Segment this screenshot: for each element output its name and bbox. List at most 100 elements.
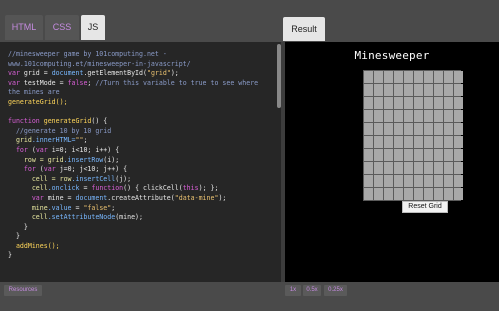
grid-cell[interactable] [454, 175, 463, 187]
tab-css[interactable]: CSS [45, 15, 79, 40]
grid-cell[interactable] [434, 149, 443, 161]
grid-cell[interactable] [424, 123, 433, 135]
grid-cell[interactable] [404, 123, 413, 135]
grid-cell[interactable] [374, 149, 383, 161]
grid-cell[interactable] [364, 97, 373, 109]
grid-cell[interactable] [444, 162, 453, 174]
code-editor[interactable]: //minesweeper game by 101computing.net -… [0, 42, 281, 282]
grid-cell[interactable] [414, 110, 423, 122]
grid-cell[interactable] [364, 149, 373, 161]
grid-cell[interactable] [404, 162, 413, 174]
grid-cell[interactable] [374, 110, 383, 122]
grid-cell[interactable] [394, 110, 403, 122]
grid-cell[interactable] [444, 188, 453, 200]
grid-cell[interactable] [404, 136, 413, 148]
grid-cell[interactable] [424, 149, 433, 161]
grid-cell[interactable] [364, 175, 373, 187]
grid-cell[interactable] [394, 71, 403, 83]
grid-cell[interactable] [374, 84, 383, 96]
grid-cell[interactable] [454, 84, 463, 96]
grid-cell[interactable] [394, 123, 403, 135]
grid-cell[interactable] [454, 71, 463, 83]
grid-cell[interactable] [384, 110, 393, 122]
grid-cell[interactable] [414, 71, 423, 83]
grid-cell[interactable] [404, 71, 413, 83]
grid-cell[interactable] [384, 175, 393, 187]
zoom-quarter-button[interactable]: 0.25x [324, 285, 347, 296]
grid-cell[interactable] [404, 188, 413, 200]
grid-cell[interactable] [384, 97, 393, 109]
grid-cell[interactable] [454, 162, 463, 174]
zoom-1x-button[interactable]: 1x [285, 285, 301, 296]
grid-cell[interactable] [414, 188, 423, 200]
grid-cell[interactable] [374, 162, 383, 174]
grid-cell[interactable] [434, 162, 443, 174]
grid-cell[interactable] [384, 84, 393, 96]
tab-html[interactable]: HTML [5, 15, 43, 40]
grid-cell[interactable] [404, 110, 413, 122]
grid-cell[interactable] [384, 188, 393, 200]
grid-cell[interactable] [364, 136, 373, 148]
grid-cell[interactable] [424, 97, 433, 109]
grid-cell[interactable] [394, 84, 403, 96]
grid-cell[interactable] [454, 97, 463, 109]
grid-cell[interactable] [414, 162, 423, 174]
grid-cell[interactable] [394, 97, 403, 109]
resources-button[interactable]: Resources [4, 285, 42, 296]
grid-cell[interactable] [444, 175, 453, 187]
grid-cell[interactable] [454, 149, 463, 161]
grid-cell[interactable] [414, 123, 423, 135]
grid-cell[interactable] [424, 136, 433, 148]
grid-cell[interactable] [444, 84, 453, 96]
grid-cell[interactable] [434, 97, 443, 109]
grid-cell[interactable] [434, 188, 443, 200]
grid-cell[interactable] [444, 97, 453, 109]
grid-cell[interactable] [364, 162, 373, 174]
grid-cell[interactable] [384, 71, 393, 83]
grid-cell[interactable] [404, 175, 413, 187]
grid-cell[interactable] [364, 110, 373, 122]
grid-cell[interactable] [434, 123, 443, 135]
grid-cell[interactable] [444, 123, 453, 135]
grid-cell[interactable] [394, 175, 403, 187]
grid-cell[interactable] [434, 136, 443, 148]
grid-cell[interactable] [454, 123, 463, 135]
grid-cell[interactable] [404, 149, 413, 161]
grid-cell[interactable] [444, 149, 453, 161]
grid-cell[interactable] [444, 71, 453, 83]
grid-cell[interactable] [424, 71, 433, 83]
grid-cell[interactable] [374, 123, 383, 135]
grid-cell[interactable] [414, 149, 423, 161]
grid-cell[interactable] [374, 97, 383, 109]
grid-cell[interactable] [394, 188, 403, 200]
grid-cell[interactable] [374, 175, 383, 187]
grid-cell[interactable] [454, 136, 463, 148]
grid-cell[interactable] [374, 71, 383, 83]
grid-cell[interactable] [394, 162, 403, 174]
grid-cell[interactable] [414, 84, 423, 96]
grid-cell[interactable] [414, 136, 423, 148]
grid-cell[interactable] [454, 188, 463, 200]
grid-cell[interactable] [434, 110, 443, 122]
grid-cell[interactable] [424, 188, 433, 200]
grid-cell[interactable] [364, 71, 373, 83]
grid-cell[interactable] [414, 97, 423, 109]
grid-cell[interactable] [384, 136, 393, 148]
grid-cell[interactable] [374, 136, 383, 148]
grid-cell[interactable] [424, 162, 433, 174]
grid-cell[interactable] [424, 84, 433, 96]
grid-cell[interactable] [374, 188, 383, 200]
tab-js[interactable]: JS [81, 15, 105, 40]
tab-result[interactable]: Result [283, 17, 325, 41]
grid-cell[interactable] [404, 84, 413, 96]
grid-cell[interactable] [404, 97, 413, 109]
grid-cell[interactable] [384, 162, 393, 174]
grid-cell[interactable] [364, 188, 373, 200]
grid-cell[interactable] [364, 123, 373, 135]
grid-cell[interactable] [444, 136, 453, 148]
grid-cell[interactable] [384, 149, 393, 161]
grid-cell[interactable] [394, 149, 403, 161]
grid-cell[interactable] [424, 110, 433, 122]
zoom-half-button[interactable]: 0.5x [303, 285, 321, 296]
reset-grid-button[interactable]: Reset Grid [402, 201, 448, 213]
